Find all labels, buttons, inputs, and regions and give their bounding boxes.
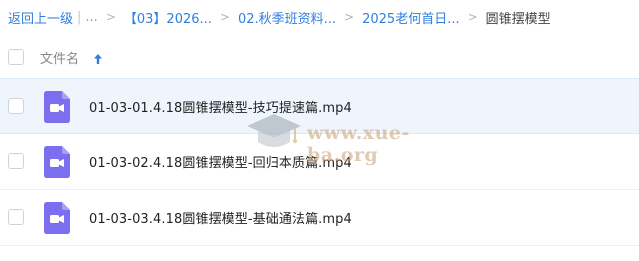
row-checkbox[interactable]	[8, 98, 24, 114]
table-row[interactable]: 01-03-03.4.18圆锥摆模型-基础通法篇.mp4	[0, 190, 639, 246]
chevron-right-icon: >	[219, 10, 230, 24]
video-file-icon	[44, 91, 70, 123]
chevron-right-icon: >	[344, 10, 355, 24]
video-file-icon	[44, 146, 70, 178]
row-checkbox[interactable]	[8, 209, 24, 225]
select-all-checkbox[interactable]	[8, 49, 24, 65]
breadcrumb-item[interactable]: 【03】2026...	[124, 8, 212, 27]
breadcrumb-item[interactable]: 2025老何首日...	[362, 8, 459, 27]
video-file-icon	[44, 202, 70, 234]
chevron-right-icon: >	[467, 10, 478, 24]
breadcrumb-item[interactable]: 02.秋季班资料...	[238, 8, 336, 27]
breadcrumb: 返回上一级 | ... > 【03】2026... > 02.秋季班资料... …	[8, 0, 639, 34]
breadcrumb-ellipsis[interactable]: ...	[85, 10, 97, 25]
table-row[interactable]: 01-03-02.4.18圆锥摆模型-回归本质篇.mp4	[0, 134, 639, 190]
chevron-right-icon: >	[105, 10, 116, 24]
table-header: 文件名	[0, 38, 639, 76]
row-checkbox[interactable]	[8, 153, 24, 169]
column-header-name[interactable]: 文件名	[40, 48, 79, 67]
file-name[interactable]: 01-03-03.4.18圆锥摆模型-基础通法篇.mp4	[89, 208, 352, 227]
back-link[interactable]: 返回上一级	[8, 8, 73, 27]
arrow-up-icon[interactable]	[93, 50, 103, 69]
file-name[interactable]: 01-03-01.4.18圆锥摆模型-技巧提速篇.mp4	[89, 97, 352, 116]
table-row[interactable]: 01-03-01.4.18圆锥摆模型-技巧提速篇.mp4	[0, 78, 639, 134]
breadcrumb-divider: |	[77, 9, 82, 25]
file-name[interactable]: 01-03-02.4.18圆锥摆模型-回归本质篇.mp4	[89, 152, 352, 171]
breadcrumb-current: 圆锥摆模型	[485, 11, 551, 27]
